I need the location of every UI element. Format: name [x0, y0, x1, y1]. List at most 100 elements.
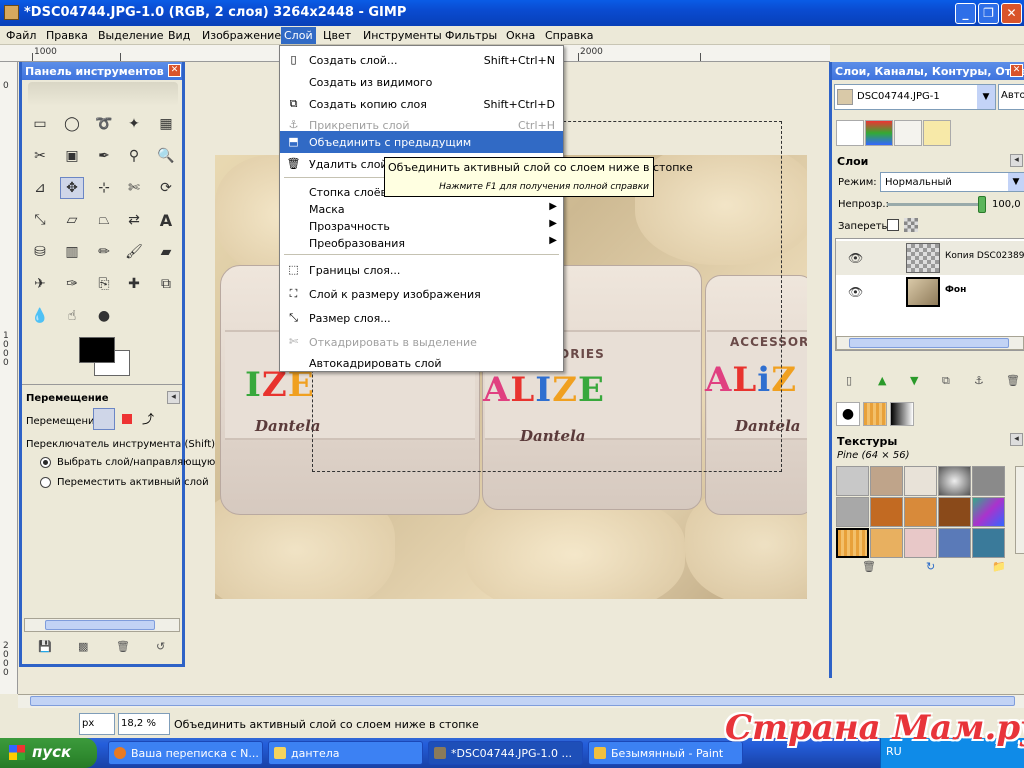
lower-layer-icon[interactable]: ▼	[910, 374, 918, 387]
menu-view[interactable]: Вид	[168, 29, 190, 42]
minimize-button[interactable]: _	[955, 3, 976, 24]
menu-layer[interactable]: Слой	[281, 27, 316, 44]
foreground-select-icon[interactable]: ▣	[60, 145, 84, 167]
eye-icon[interactable]: 👁	[848, 251, 863, 265]
measure-icon[interactable]: ⊿	[28, 177, 52, 199]
menu-item-crop-to-selection[interactable]: ✄ Откадрировать в выделение	[280, 331, 563, 353]
vertical-ruler[interactable]: 010002000	[0, 62, 18, 694]
chevron-down-icon[interactable]: ▼	[1008, 173, 1024, 191]
layers-tab-icon[interactable]	[836, 120, 864, 146]
eye-icon[interactable]: 👁	[848, 285, 863, 299]
clone-icon[interactable]: ⎘	[92, 273, 116, 295]
pencil-icon[interactable]: ✏	[92, 241, 116, 263]
zoom-select[interactable]: 18,2 %	[118, 713, 170, 735]
flip-icon[interactable]: ⇄	[122, 209, 146, 231]
paths-tab-icon[interactable]	[894, 120, 922, 146]
blur-icon[interactable]: 💧	[28, 305, 52, 327]
menu-item-scale-layer[interactable]: ⤡ Размер слоя...	[280, 307, 563, 329]
chevron-down-icon[interactable]: ▼	[977, 85, 995, 109]
restore-options-icon[interactable]: ▩	[78, 640, 88, 653]
unit-select[interactable]: px	[79, 713, 115, 735]
lock-alpha-checkbox[interactable]	[887, 219, 899, 231]
rotate-icon[interactable]: ⟳	[154, 177, 178, 199]
crop-icon[interactable]: ✄	[122, 177, 146, 199]
taskbar-item-browser[interactable]: Ваша переписка с N...	[108, 741, 263, 765]
dodge-burn-icon[interactable]: ●	[92, 305, 116, 327]
taskbar-item-paint[interactable]: Безымянный - Paint	[588, 741, 743, 765]
move-path-mode-icon[interactable]: ⤴	[142, 410, 154, 427]
move-active-layer-radio[interactable]	[40, 477, 51, 488]
menu-select[interactable]: Выделение	[98, 29, 164, 42]
menu-item-autocrop[interactable]: Автокадрировать слой	[280, 352, 563, 374]
anchor-layer-icon[interactable]: ⚓	[974, 374, 984, 387]
opacity-slider[interactable]	[887, 203, 982, 206]
menu-item-layer-to-image-size[interactable]: ⛶ Слой к размеру изображения	[280, 283, 563, 305]
text-tool-icon[interactable]: A	[154, 209, 178, 231]
shear-icon[interactable]: ▱	[60, 209, 84, 231]
perspective-icon[interactable]: ⏢	[92, 209, 116, 231]
gradients-tab-icon[interactable]	[890, 402, 914, 426]
auto-button[interactable]: Авто	[998, 84, 1024, 110]
dock-close-icon[interactable]: ✕	[1010, 64, 1023, 77]
patterns-grid[interactable]	[836, 466, 1014, 558]
ink-icon[interactable]: ✑	[60, 273, 84, 295]
maximize-button[interactable]: ❐	[978, 3, 999, 24]
perspective-clone-icon[interactable]: ⧉	[154, 273, 178, 295]
zoom-icon[interactable]: 🔍	[154, 145, 178, 167]
color-select-icon[interactable]: ▦	[154, 113, 178, 135]
patterns-vscroll[interactable]	[1015, 466, 1024, 554]
opacity-slider-handle[interactable]	[978, 196, 986, 213]
smudge-icon[interactable]: ☝	[60, 305, 84, 327]
patterns-tab-icon[interactable]	[863, 402, 887, 426]
canvas-hscroll[interactable]	[18, 694, 1024, 708]
undo-tab-icon[interactable]	[923, 120, 951, 146]
delete-options-icon[interactable]: 🗑	[116, 640, 130, 653]
ellipse-select-icon[interactable]: ◯	[60, 113, 84, 135]
taskbar-item-folder[interactable]: дантела	[268, 741, 423, 765]
mode-select[interactable]: Нормальный ▼	[880, 172, 1024, 192]
menu-item-new-from-visible[interactable]: Создать из видимого	[280, 71, 563, 93]
toolbox-hscroll[interactable]	[24, 618, 180, 632]
duplicate-layer-icon[interactable]: ⧉	[942, 374, 950, 388]
menu-item-layer-boundary[interactable]: ⬚ Границы слоя...	[280, 259, 563, 281]
menu-file[interactable]: Файл	[6, 29, 36, 42]
channels-tab-icon[interactable]	[865, 120, 893, 146]
open-pattern-folder-icon[interactable]: 📁	[992, 560, 1006, 573]
delete-layer-icon[interactable]: 🗑	[1006, 374, 1020, 387]
menu-item-transform[interactable]: Преобразования ▶	[280, 232, 563, 254]
align-icon[interactable]: ⊹	[92, 177, 116, 199]
taskbar-item-gimp[interactable]: *DSC04744.JPG-1.0 ...	[428, 741, 583, 765]
menu-item-merge-down[interactable]: ⬒ Объединить с предыдущим	[280, 131, 563, 153]
menu-item-duplicate-layer[interactable]: ⧉ Создать копию слоя Shift+Ctrl+D	[280, 93, 563, 115]
scissors-icon[interactable]: ✂	[28, 145, 52, 167]
tool-options-menu-icon[interactable]: ◂	[167, 391, 180, 404]
move-selection-mode-icon[interactable]	[122, 414, 132, 424]
refresh-patterns-icon[interactable]: ↻	[926, 560, 935, 573]
move-layer-mode-icon[interactable]	[93, 408, 115, 430]
layer-row[interactable]: 👁 Фон	[836, 275, 1024, 309]
scale-icon[interactable]: ⤡	[28, 209, 52, 231]
bucket-fill-icon[interactable]: ⛁	[28, 241, 52, 263]
layers-list[interactable]: 👁 Копия DSC02389.pr 👁 Фон	[835, 238, 1024, 351]
patterns-menu-icon[interactable]: ◂	[1010, 433, 1023, 446]
pick-layer-radio[interactable]	[40, 457, 51, 468]
menu-image[interactable]: Изображение	[202, 29, 281, 42]
image-selector[interactable]: DSC04744.JPG-1 ▼	[834, 84, 996, 110]
heal-icon[interactable]: ✚	[122, 273, 146, 295]
layers-menu-icon[interactable]: ◂	[1010, 154, 1023, 167]
gimp-app-icon[interactable]	[4, 5, 19, 20]
opacity-value[interactable]: 100,0	[992, 199, 1021, 210]
free-select-icon[interactable]: ➰	[92, 113, 116, 135]
layer-row[interactable]: 👁 Копия DSC02389.pr	[836, 241, 1024, 275]
rect-select-icon[interactable]: ▭	[28, 113, 52, 135]
toolbox-close-icon[interactable]: ✕	[168, 64, 181, 77]
menu-edit[interactable]: Правка	[46, 29, 88, 42]
eraser-icon[interactable]: ▰	[154, 241, 178, 263]
reset-options-icon[interactable]: ↺	[156, 640, 165, 653]
menu-item-new-layer[interactable]: ▯ Создать слой... Shift+Ctrl+N	[280, 49, 563, 71]
raise-layer-icon[interactable]: ▲	[878, 374, 886, 387]
menu-filters[interactable]: Фильтры	[445, 29, 497, 42]
menu-help[interactable]: Справка	[545, 29, 593, 42]
gradient-icon[interactable]: ▥	[60, 241, 84, 263]
airbrush-icon[interactable]: ✈	[28, 273, 52, 295]
